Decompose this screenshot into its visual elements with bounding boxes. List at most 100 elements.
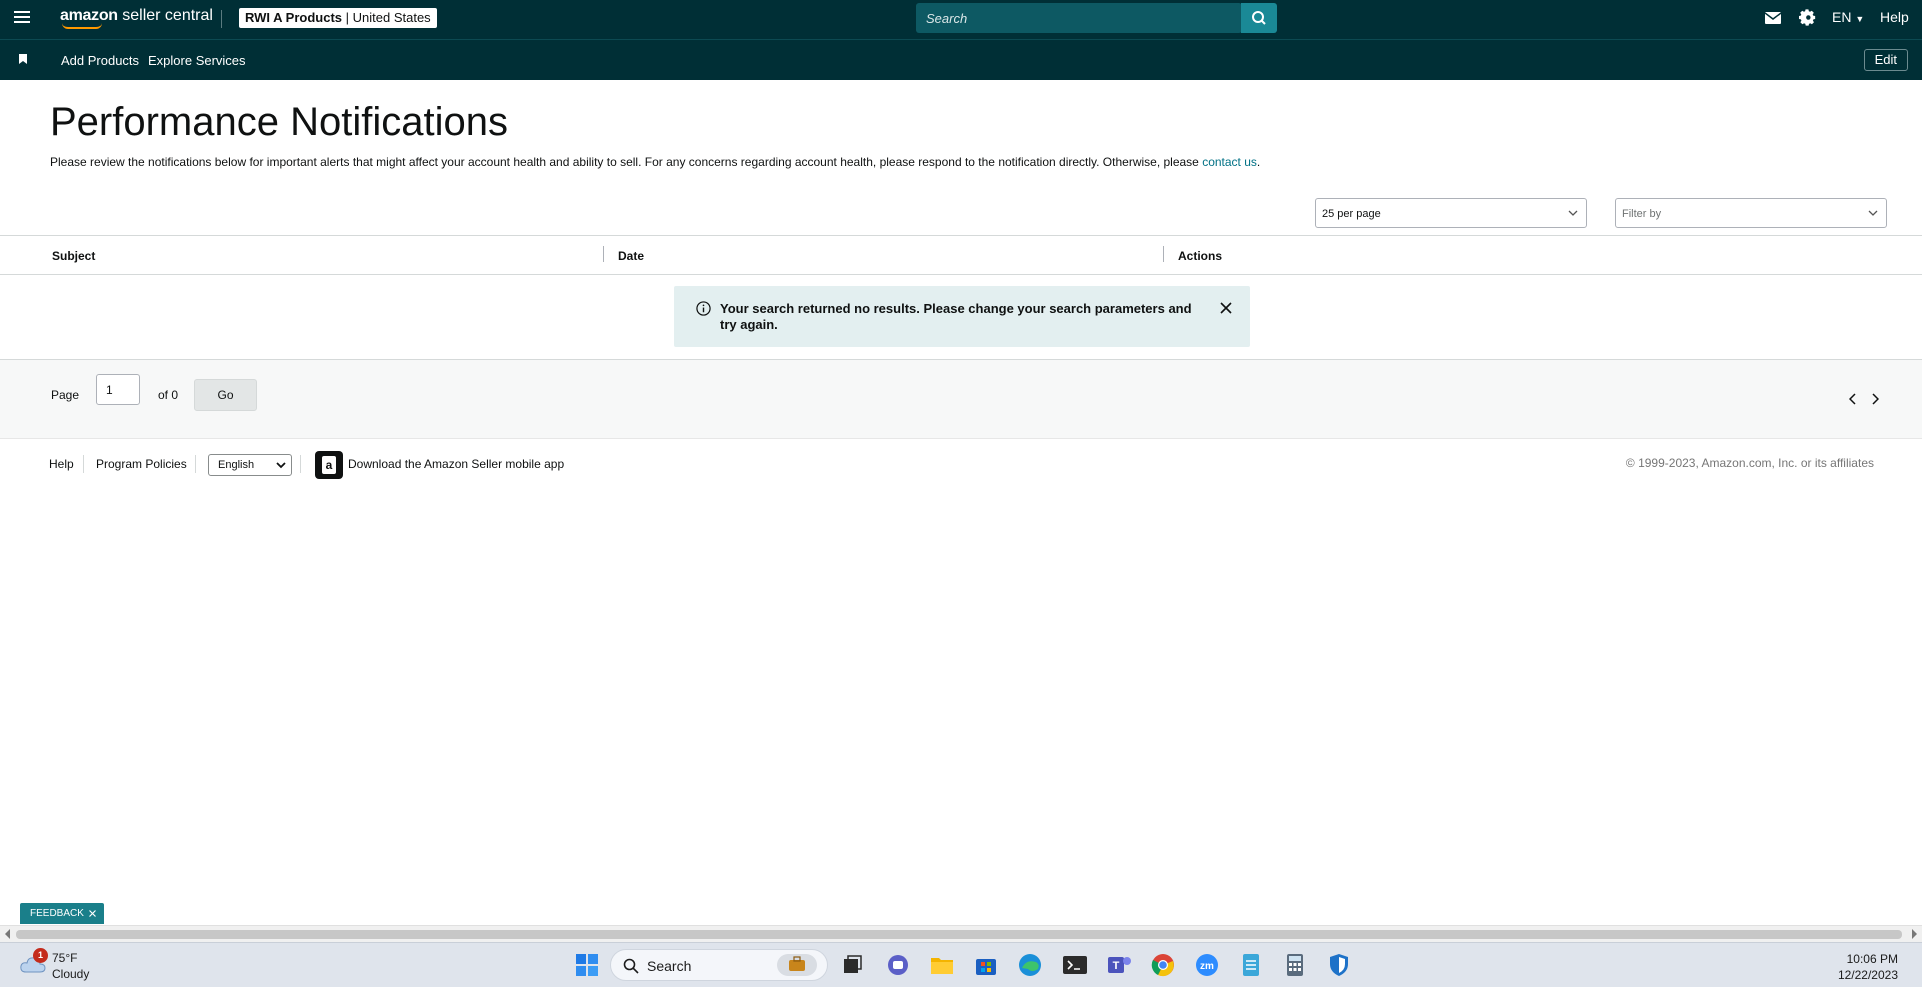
- download-app-link[interactable]: Download the Amazon Seller mobile app: [348, 457, 564, 471]
- account-name: RWI A Products: [245, 10, 343, 25]
- top-header: amazon seller central RWI A Products | U…: [0, 0, 1922, 39]
- terminal-icon[interactable]: [1061, 951, 1089, 979]
- system-clock[interactable]: 10:06 PM 12/22/2023: [1838, 951, 1898, 983]
- page-count-label: of 0: [158, 388, 179, 402]
- mail-icon[interactable]: [1765, 12, 1781, 24]
- footer-divider: [300, 455, 301, 473]
- scrollbar-thumb[interactable]: [16, 930, 1902, 939]
- settings-gear-icon[interactable]: [1799, 9, 1816, 26]
- file-explorer-icon[interactable]: [928, 951, 956, 979]
- logo-brand: amazon: [60, 7, 118, 24]
- account-switcher[interactable]: RWI A Products | United States: [239, 8, 437, 28]
- account-region: United States: [352, 10, 431, 25]
- page-label: Page: [51, 388, 80, 402]
- start-icon[interactable]: [573, 951, 601, 979]
- language-selector[interactable]: EN ▼: [1832, 9, 1864, 25]
- seller-central-logo[interactable]: amazon seller central: [60, 6, 213, 29]
- calculator-icon[interactable]: [1281, 951, 1309, 979]
- scroll-right-icon[interactable]: [1911, 929, 1917, 939]
- weather-condition: Cloudy: [52, 967, 90, 981]
- taskbar-search-label: Search: [647, 958, 692, 974]
- taskbar-search[interactable]: Search: [610, 949, 828, 981]
- clock-date: 12/22/2023: [1837, 968, 1898, 982]
- menu-icon[interactable]: [14, 11, 30, 23]
- column-divider: [603, 246, 604, 262]
- footer-help-link[interactable]: Help: [49, 457, 74, 471]
- page-title: Performance Notifications: [50, 100, 508, 144]
- amazon-smile-icon: [62, 23, 102, 29]
- footer-divider: [83, 455, 84, 473]
- go-button[interactable]: Go: [194, 379, 257, 411]
- next-page-icon[interactable]: [1871, 393, 1879, 405]
- chevron-down-icon: [1868, 210, 1878, 216]
- search-icon: [623, 958, 639, 974]
- page-description: Please review the notifications below fo…: [50, 155, 1260, 169]
- description-end: .: [1256, 155, 1261, 169]
- chrome-icon[interactable]: [1149, 951, 1177, 979]
- pagination-bar: Page of 0 Go: [0, 360, 1922, 438]
- defender-icon[interactable]: [1325, 951, 1353, 979]
- column-divider: [1163, 246, 1164, 262]
- column-subject[interactable]: Subject: [52, 249, 95, 263]
- filter-by-dropdown[interactable]: Filter by: [1615, 198, 1887, 228]
- close-icon[interactable]: [1220, 302, 1232, 314]
- clock-time: 10:06 PM: [1846, 952, 1898, 966]
- zoom-icon[interactable]: zm: [1193, 951, 1221, 979]
- page-number-input[interactable]: [96, 374, 140, 405]
- horizontal-scrollbar[interactable]: [0, 925, 1922, 942]
- help-link[interactable]: Help: [1880, 9, 1909, 25]
- page-footer: Help Program Policies English a Download…: [0, 438, 1922, 498]
- svg-text:a: a: [326, 458, 333, 472]
- filter-placeholder: Filter by: [1622, 208, 1662, 220]
- windows-taskbar: 1 75°F Cloudy Search T zm 10:06 PM 12/22…: [0, 942, 1922, 987]
- search-input[interactable]: [916, 3, 1242, 33]
- caret-down-icon: ▼: [1855, 14, 1865, 24]
- chevron-down-icon: [1568, 210, 1578, 216]
- footer-divider: [195, 455, 196, 473]
- search-box: [916, 3, 1242, 33]
- notifications-table-header: Subject Date Actions: [0, 235, 1922, 275]
- edit-nav-button[interactable]: Edit: [1863, 49, 1908, 71]
- svg-text:T: T: [1113, 960, 1120, 972]
- svg-text:zm: zm: [1200, 961, 1214, 972]
- amazon-a-icon: a: [322, 456, 336, 474]
- contact-us-link[interactable]: contact us: [1202, 155, 1257, 169]
- bookmark-icon[interactable]: [19, 54, 27, 64]
- language-label: EN: [1832, 9, 1852, 25]
- copyright-text: © 1999-2023, Amazon.com, Inc. or its aff…: [1625, 456, 1874, 470]
- previous-page-icon[interactable]: [1849, 393, 1857, 405]
- scroll-left-icon[interactable]: [5, 929, 11, 939]
- logo-product: seller central: [122, 7, 213, 24]
- per-page-dropdown[interactable]: 25 per page: [1315, 198, 1587, 228]
- per-page-value: 25 per page: [1322, 208, 1381, 220]
- description-text: Please review the notifications below fo…: [50, 155, 1203, 169]
- info-icon: [696, 301, 711, 316]
- no-results-alert: Your search returned no results. Please …: [674, 286, 1250, 347]
- nav-add-products[interactable]: Add Products: [61, 53, 139, 68]
- column-date[interactable]: Date: [618, 249, 644, 263]
- header-divider: [221, 10, 222, 28]
- column-actions: Actions: [1178, 249, 1223, 263]
- feedback-tab[interactable]: FEEDBACK: [20, 903, 104, 924]
- close-icon[interactable]: [89, 910, 96, 917]
- nav-explore-services[interactable]: Explore Services: [148, 53, 246, 68]
- notepad-icon[interactable]: [1237, 951, 1265, 979]
- chevron-down-icon: [276, 462, 286, 469]
- weather-alert-badge: 1: [33, 948, 48, 963]
- search-button[interactable]: [1241, 3, 1277, 33]
- task-view-icon[interactable]: [838, 951, 866, 979]
- no-results-message: Your search returned no results. Please …: [720, 301, 1192, 332]
- edge-icon[interactable]: [1016, 951, 1044, 979]
- notifications-table-body: Your search returned no results. Please …: [0, 275, 1922, 360]
- search-icon: [1252, 11, 1266, 25]
- feedback-label: FEEDBACK: [30, 908, 84, 919]
- footer-language-select[interactable]: English: [208, 454, 292, 476]
- program-policies-link[interactable]: Program Policies: [96, 457, 187, 471]
- amazon-seller-app-icon[interactable]: a: [315, 451, 343, 479]
- secondary-nav: Add Products Explore Services Edit: [0, 39, 1922, 80]
- work-icon: [777, 954, 817, 976]
- store-icon[interactable]: [972, 951, 1000, 979]
- temperature: 75°F: [52, 951, 78, 965]
- chat-icon[interactable]: [884, 951, 912, 979]
- teams-icon[interactable]: T: [1105, 951, 1133, 979]
